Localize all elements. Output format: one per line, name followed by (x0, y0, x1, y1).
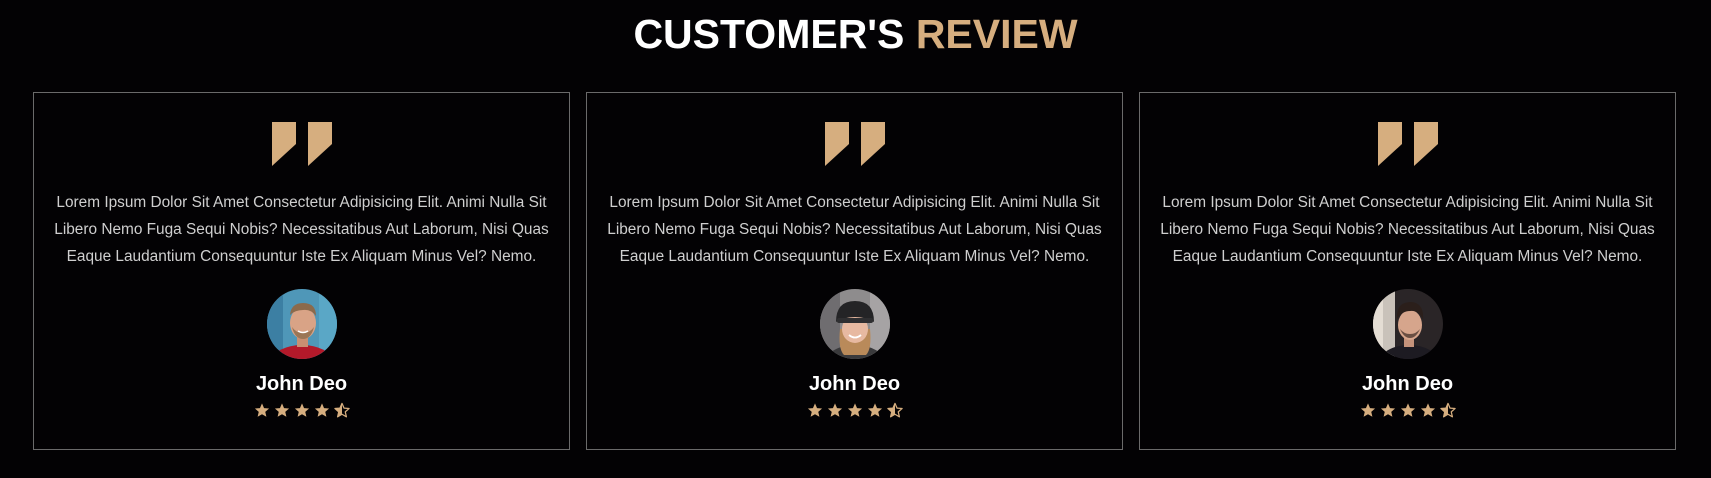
star-icon (846, 402, 863, 419)
avatar (266, 289, 337, 359)
review-text: Lorem Ipsum Dolor Sit Amet Consectetur A… (54, 194, 549, 265)
star-icon (253, 402, 270, 419)
star-icon (293, 402, 310, 419)
section-heading: CUSTOMER'S REVIEW (0, 9, 1711, 59)
star-icon (866, 402, 883, 419)
star-icon (806, 402, 823, 419)
quote-icon (1377, 122, 1438, 166)
review-card: Lorem Ipsum Dolor Sit Amet Consectetur A… (33, 92, 570, 450)
star-icon (1379, 402, 1396, 419)
half-star-icon (1439, 402, 1456, 419)
star-icon (313, 402, 330, 419)
reviewer-name: John Deo (1361, 373, 1454, 395)
review-card: Lorem Ipsum Dolor Sit Amet Consectetur A… (586, 92, 1123, 450)
reviewer-name: John Deo (255, 373, 348, 395)
avatar (819, 289, 890, 359)
star-icon (1399, 402, 1416, 419)
review-text: Lorem Ipsum Dolor Sit Amet Consectetur A… (1160, 194, 1655, 265)
quote-icon (271, 122, 332, 166)
heading-word-customers: CUSTOMER'S (633, 11, 905, 57)
reviews-list: Lorem Ipsum Dolor Sit Amet Consectetur A… (33, 92, 1677, 450)
review-card: Lorem Ipsum Dolor Sit Amet Consectetur A… (1139, 92, 1676, 450)
half-star-icon (333, 402, 350, 419)
star-icon (1419, 402, 1436, 419)
star-rating (253, 402, 350, 419)
half-star-icon (886, 402, 903, 419)
star-rating (1359, 402, 1456, 419)
heading-word-review: REVIEW (915, 11, 1078, 57)
reviewer-name: John Deo (808, 373, 901, 395)
star-icon (1359, 402, 1376, 419)
star-rating (806, 402, 903, 419)
review-text: Lorem Ipsum Dolor Sit Amet Consectetur A… (607, 194, 1102, 265)
star-icon (273, 402, 290, 419)
avatar (1372, 289, 1443, 359)
quote-icon (824, 122, 885, 166)
star-icon (826, 402, 843, 419)
